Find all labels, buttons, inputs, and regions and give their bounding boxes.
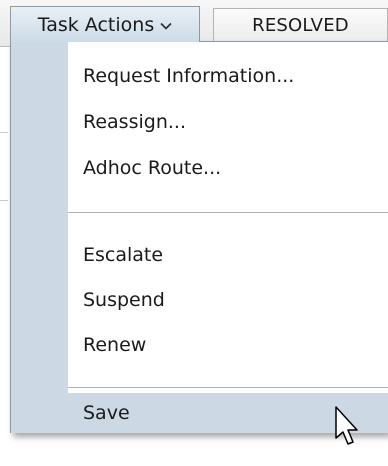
- menu-item-adhoc-route[interactable]: Adhoc Route...: [11, 151, 388, 185]
- menu-item-label: Reassign...: [83, 111, 186, 133]
- background-divider-tick: [0, 200, 8, 201]
- menu-item-escalate[interactable]: Escalate: [11, 238, 388, 272]
- menu-separator: [68, 212, 388, 213]
- task-actions-button[interactable]: Task Actions: [10, 6, 200, 42]
- menu-item-label: Suspend: [83, 289, 165, 311]
- menu-item-reassign[interactable]: Reassign...: [11, 105, 388, 139]
- mouse-pointer-icon: [335, 406, 358, 445]
- menu-item-request-information[interactable]: Request Information...: [11, 59, 388, 93]
- menu-item-save[interactable]: Save: [11, 393, 388, 433]
- resolved-label: RESOLVED: [252, 15, 349, 36]
- task-actions-menu: Request Information... Reassign... Adhoc…: [10, 41, 388, 433]
- menu-icon-gutter: [11, 42, 68, 432]
- resolved-button[interactable]: RESOLVED: [213, 8, 388, 42]
- task-actions-label: Task Actions: [37, 13, 155, 36]
- menu-item-suspend[interactable]: Suspend: [11, 283, 388, 317]
- menu-item-label: Renew: [83, 334, 147, 356]
- menu-item-label: Escalate: [83, 244, 164, 266]
- menu-item-renew[interactable]: Renew: [11, 328, 388, 362]
- menu-item-label: Adhoc Route...: [83, 157, 222, 179]
- chevron-down-icon: [160, 22, 172, 30]
- menu-item-label: Save: [83, 402, 130, 424]
- menu-item-label: Request Information...: [83, 65, 295, 87]
- menu-separator: [68, 387, 388, 388]
- background-divider-tick: [0, 132, 8, 133]
- toolbar: Task Actions RESOLVED: [0, 0, 388, 47]
